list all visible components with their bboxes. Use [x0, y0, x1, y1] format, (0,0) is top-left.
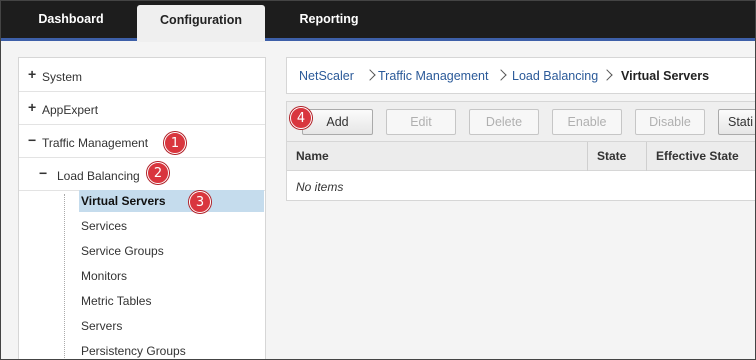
tab-configuration[interactable]: Configuration — [137, 5, 265, 42]
breadcrumb-link-netscaler[interactable]: NetScaler — [299, 69, 354, 83]
nav-item-system[interactable]: + System — [19, 59, 265, 92]
virtual-servers-panel: Add Edit Delete Enable Disable Stati Nam… — [286, 101, 755, 201]
action-toolbar: Add Edit Delete Enable Disable Stati — [287, 102, 755, 142]
app-window: Dashboard Configuration Reporting + Syst… — [0, 0, 756, 360]
breadcrumb-link-traffic-management[interactable]: Traffic Management — [378, 69, 488, 83]
column-header-effective-state[interactable]: Effective State — [647, 142, 755, 171]
nav-item-label: Persistency Groups — [81, 344, 186, 358]
nav-item-label: Traffic Management — [42, 136, 149, 150]
tab-reporting[interactable]: Reporting — [269, 1, 389, 38]
delete-button[interactable]: Delete — [469, 109, 539, 135]
empty-table-message: No items — [296, 180, 344, 194]
breadcrumb-link-load-balancing[interactable]: Load Balancing — [512, 69, 598, 83]
column-header-name[interactable]: Name — [287, 142, 588, 171]
nav-item-virtual-servers[interactable]: Virtual Servers — [79, 190, 264, 212]
enable-button[interactable]: Enable — [552, 109, 622, 135]
breadcrumb-current-page: Virtual Servers — [621, 69, 710, 83]
nav-item-persistency-groups[interactable]: Persistency Groups — [81, 340, 265, 359]
table-header: Name State Effective State — [287, 142, 755, 171]
nav-item-label: Services — [81, 219, 128, 233]
breadcrumb: NetScaler Traffic Management Load Balanc… — [286, 57, 755, 94]
expand-icon[interactable]: + — [28, 100, 36, 114]
nav-item-label: Virtual Servers — [81, 194, 166, 208]
top-navigation-bar: Dashboard Configuration Reporting — [1, 1, 755, 42]
nav-item-label: Metric Tables — [81, 294, 152, 308]
nav-item-traffic-management[interactable]: − Traffic Management — [19, 125, 265, 158]
collapse-icon[interactable]: − — [28, 133, 36, 147]
chevron-right-icon — [364, 69, 376, 81]
nav-item-monitors[interactable]: Monitors — [81, 265, 265, 287]
nav-item-service-groups[interactable]: Service Groups — [81, 240, 265, 262]
nav-item-metric-tables[interactable]: Metric Tables — [81, 290, 265, 312]
collapse-icon[interactable]: − — [39, 166, 47, 180]
edit-button[interactable]: Edit — [386, 109, 456, 135]
chevron-right-icon — [601, 69, 613, 81]
statistics-button[interactable]: Stati — [718, 109, 755, 135]
nav-item-label: Servers — [81, 319, 123, 333]
nav-item-label: Service Groups — [81, 244, 164, 258]
nav-item-label: Monitors — [81, 269, 128, 283]
disable-button[interactable]: Disable — [635, 109, 705, 135]
add-button[interactable]: Add — [302, 109, 373, 135]
nav-item-label: System — [42, 70, 83, 84]
expand-icon[interactable]: + — [28, 67, 36, 81]
annotation-badge-2: 2 — [147, 162, 169, 184]
nav-item-label: Load Balancing — [57, 169, 140, 183]
column-header-state[interactable]: State — [588, 142, 647, 171]
nav-item-appexpert[interactable]: + AppExpert — [19, 92, 265, 125]
nav-item-label: AppExpert — [42, 103, 99, 117]
navigation-tree: + System + AppExpert − Traffic Managemen… — [18, 57, 266, 359]
annotation-badge-4: 4 — [290, 107, 312, 129]
tab-dashboard[interactable]: Dashboard — [11, 1, 131, 38]
nav-item-servers[interactable]: Servers — [81, 315, 265, 337]
nav-item-services[interactable]: Services — [81, 215, 265, 237]
annotation-badge-3: 3 — [189, 191, 211, 213]
tree-connector-line — [64, 194, 65, 359]
annotation-badge-1: 1 — [164, 132, 186, 154]
chevron-right-icon — [495, 69, 507, 81]
nav-item-load-balancing[interactable]: − Load Balancing — [19, 158, 265, 191]
